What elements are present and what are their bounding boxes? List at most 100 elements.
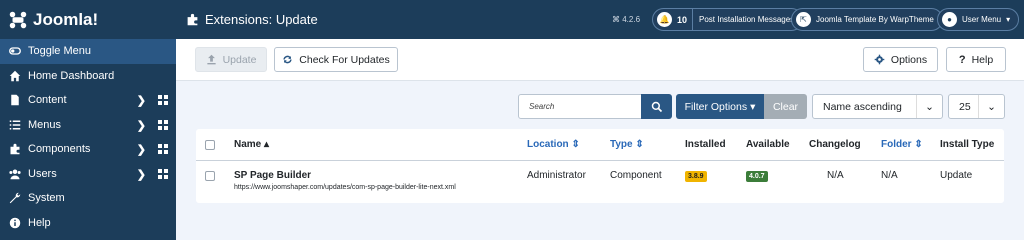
sync-icon xyxy=(283,55,292,64)
sort-icon: ⇕ xyxy=(571,139,580,150)
sidebar-item-label: Menus xyxy=(28,118,62,131)
sidebar-item-toggle-menu[interactable]: Toggle Menu xyxy=(0,39,176,64)
header-divider xyxy=(196,160,1004,161)
sidebar-item-home-dashboard[interactable]: Home Dashboard xyxy=(0,64,176,89)
puzzle-icon xyxy=(8,142,22,156)
installed-version-badge: 3.8.9 xyxy=(685,171,707,182)
available-version-badge: 4.0.7 xyxy=(746,171,768,182)
sidebar-item-system[interactable]: System xyxy=(0,186,176,211)
sidebar-item-label: Help xyxy=(28,216,51,229)
chevron-down-icon: ▾ xyxy=(1006,15,1011,24)
sidebar-item-label: System xyxy=(28,192,65,205)
sidebar-item-components[interactable]: Components ❯ xyxy=(0,137,176,162)
limit-select[interactable]: 25 ⌄ xyxy=(948,94,1005,119)
sidebar-item-label: Content xyxy=(28,94,67,107)
list-icon xyxy=(8,118,22,132)
sort-icon: ⇕ xyxy=(635,139,644,150)
location-cell: Administrator xyxy=(527,170,586,181)
template-label: Joomla Template By WarpTheme xyxy=(816,15,934,24)
sidebar-item-users[interactable]: Users ❯ xyxy=(0,162,176,187)
post-installation-label: Post Installation Messages xyxy=(692,8,794,31)
user-menu-button[interactable]: ● User Menu ▾ xyxy=(937,8,1020,31)
dashboard-grid-icon[interactable] xyxy=(158,144,168,154)
row-checkbox[interactable] xyxy=(205,171,215,181)
sort-icon: ⇕ xyxy=(914,139,923,150)
user-icon: ● xyxy=(942,12,957,27)
column-header-location[interactable]: Location ⇕ xyxy=(527,139,580,150)
help-label: Help xyxy=(971,53,994,66)
sidebar-item-content[interactable]: Content ❯ xyxy=(0,88,176,113)
column-header-folder[interactable]: Folder ⇕ xyxy=(881,139,923,150)
column-label: Type xyxy=(610,139,633,150)
sidebar-item-help[interactable]: Help xyxy=(0,211,176,236)
chevron-down-icon: ▾ xyxy=(750,100,756,113)
info-icon xyxy=(8,216,22,230)
help-button[interactable]: ? Help xyxy=(946,47,1006,72)
select-all-checkbox[interactable] xyxy=(205,140,215,150)
search-button[interactable] xyxy=(641,94,672,119)
user-menu-label: User Menu xyxy=(962,15,1002,24)
extension-name: SP Page Builder xyxy=(234,170,312,181)
users-icon xyxy=(8,167,22,181)
sidebar: Joomla! Toggle Menu Home Dashboard Conte… xyxy=(0,0,176,240)
options-button[interactable]: Options xyxy=(863,47,938,72)
home-icon xyxy=(8,69,22,83)
sidebar-item-label: Components xyxy=(28,143,91,156)
file-icon xyxy=(8,93,22,107)
type-cell: Component xyxy=(610,170,662,181)
dashboard-grid-icon[interactable] xyxy=(158,95,168,105)
external-link-icon: ⇱ xyxy=(796,12,811,27)
sort-value: Name ascending xyxy=(823,100,902,113)
update-url: https://www.joomshaper.com/updates/com-s… xyxy=(234,184,456,191)
column-header-install-type: Install Type xyxy=(940,139,995,150)
joomla-logo-icon xyxy=(9,11,27,28)
column-header-available: Available xyxy=(746,139,790,150)
brand-name: Joomla! xyxy=(33,9,99,29)
dashboard-grid-icon[interactable] xyxy=(158,119,168,130)
updates-table: Name ▴ Location ⇕ Type ⇕ Installed Avail… xyxy=(196,129,1004,203)
filter-options-button[interactable]: Filter Options ▾ xyxy=(676,94,764,119)
joomla-version: ⌘ 4.2.6 xyxy=(612,15,641,24)
toggle-icon xyxy=(8,44,22,58)
post-installation-messages-button[interactable]: 🔔 10 Post Installation Messages xyxy=(652,8,804,31)
check-for-updates-button[interactable]: Check For Updates xyxy=(274,47,398,72)
page-title: Extensions: Update xyxy=(186,12,318,27)
limit-value: 25 xyxy=(959,100,971,113)
dashboard-grid-icon[interactable] xyxy=(158,168,168,179)
chevron-down-icon: ⌄ xyxy=(978,95,1004,118)
chevron-down-icon: ⌄ xyxy=(916,95,942,118)
wrench-icon xyxy=(8,191,22,205)
chevron-right-icon[interactable]: ❯ xyxy=(137,119,146,132)
version-number: 4.2.6 xyxy=(622,15,641,24)
toolbar: Update Check For Updates Options ? Help xyxy=(176,39,1024,81)
column-header-name[interactable]: Name ▴ xyxy=(234,139,269,150)
column-header-type[interactable]: Type ⇕ xyxy=(610,139,644,150)
joomla-logo[interactable]: Joomla! xyxy=(0,0,176,39)
sort-asc-icon: ▴ xyxy=(264,139,270,150)
check-for-updates-label: Check For Updates xyxy=(299,53,390,66)
changelog-cell: N/A xyxy=(827,170,844,181)
sidebar-item-label: Users xyxy=(28,167,57,180)
column-label: Name xyxy=(234,139,262,150)
column-header-changelog: Changelog xyxy=(809,139,861,150)
sort-select[interactable]: Name ascending ⌄ xyxy=(812,94,943,119)
upload-icon xyxy=(206,54,216,65)
puzzle-icon xyxy=(187,13,198,26)
question-icon: ? xyxy=(958,53,966,66)
column-header-installed: Installed xyxy=(685,139,726,150)
chevron-right-icon[interactable]: ❯ xyxy=(137,168,146,181)
chevron-right-icon[interactable]: ❯ xyxy=(137,94,146,107)
column-label: Location xyxy=(527,139,569,150)
clear-label: Clear xyxy=(772,100,799,113)
column-label: Folder xyxy=(881,139,912,150)
sidebar-item-menus[interactable]: Menus ❯ xyxy=(0,113,176,138)
folder-cell: N/A xyxy=(881,170,898,181)
search-input[interactable]: Search xyxy=(518,94,642,119)
install-type-cell: Update xyxy=(940,170,973,181)
update-button[interactable]: Update xyxy=(195,47,267,72)
clear-button[interactable]: Clear xyxy=(764,94,807,119)
filter-options-label: Filter Options xyxy=(684,100,748,113)
site-template-button[interactable]: ⇱ Joomla Template By WarpTheme xyxy=(791,8,943,31)
chevron-right-icon[interactable]: ❯ xyxy=(137,143,146,156)
top-header: Extensions: Update ⌘ 4.2.6 🔔 10 Post Ins… xyxy=(176,0,1024,39)
